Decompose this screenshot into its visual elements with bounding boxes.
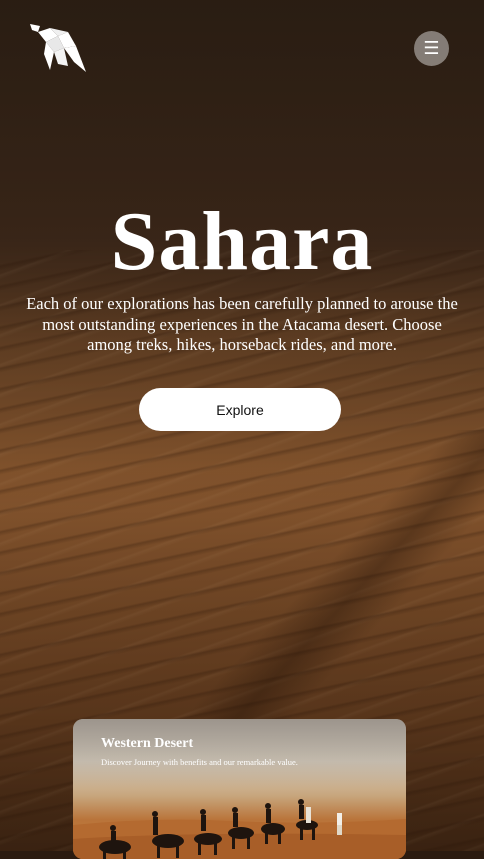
card-title: Western Desert [101,736,194,751]
origami-camel-logo-icon[interactable] [28,22,90,74]
hero-title: Sahara [110,195,374,288]
card-subtitle: Discover Journey with benefits and our r… [101,757,298,767]
menu-button[interactable]: ☰ [414,31,449,66]
explore-button[interactable]: Explore [139,388,341,431]
destination-card[interactable]: Western Desert Discover Journey with ben… [73,719,406,859]
hamburger-menu-icon: ☰ [423,37,440,59]
camel-caravan-image [73,799,406,859]
card-sky [73,719,406,789]
hero-description: Each of our explorations has been carefu… [26,294,458,354]
